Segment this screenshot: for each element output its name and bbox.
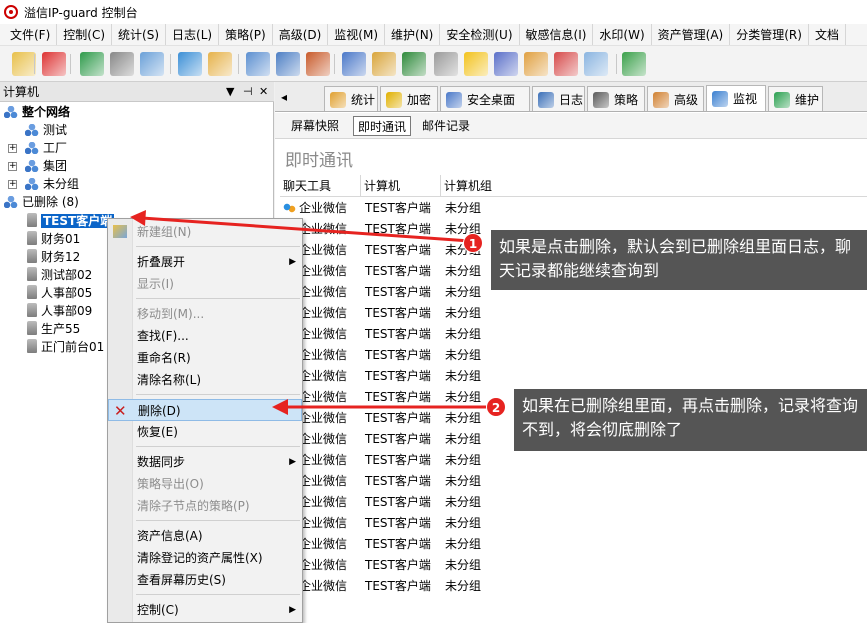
annotation-arrowhead-1 bbox=[130, 210, 146, 226]
annotation-badge-2: 2 bbox=[486, 397, 506, 417]
annotation-badge-1: 1 bbox=[463, 233, 483, 253]
annotation-arrows bbox=[130, 210, 490, 415]
annotation-arrow-1 bbox=[141, 216, 471, 243]
annotation-callout-2: 如果在已删除组里面，再点击删除，记录将查询不到，将会彻底删除了 bbox=[514, 389, 867, 451]
annotation-arrowhead-2 bbox=[272, 399, 288, 415]
annotation-callout-1: 如果是点击删除，默认会到已删除组里面日志，聊天记录都能继续查询到 bbox=[491, 230, 867, 290]
